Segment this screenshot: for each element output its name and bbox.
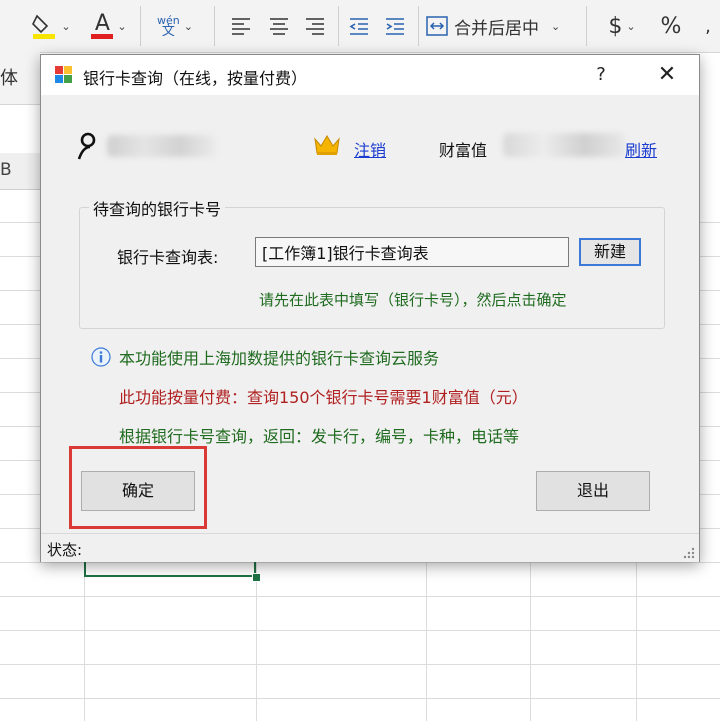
indent-increase-icon: [386, 18, 404, 35]
align-right-icon: [306, 18, 324, 35]
phonetic-bottom: 文: [161, 24, 175, 39]
new-table-button[interactable]: 新建: [579, 238, 641, 266]
info-icon: [91, 347, 111, 367]
merge-label: 合并后居中: [454, 18, 539, 39]
align-left-icon: [232, 18, 250, 35]
dialog-title: 银行卡查询（在线，按量付费）: [83, 69, 308, 88]
return-info-text: 根据银行卡号查询，返回：发卡行，编号，卡种，电话等: [119, 427, 520, 446]
service-info-text: 本功能使用上海加数提供的银行卡查询云服务: [119, 349, 440, 368]
wealth-label: 财富值: [439, 141, 488, 160]
dialog-titlebar[interactable]: 银行卡查询（在线，按量付费） ? ✕: [41, 55, 699, 95]
card-group-box: [79, 207, 665, 329]
align-right-button[interactable]: [300, 10, 330, 42]
fill-hint-text: 请先在此表中填写（银行卡号），然后点击确定: [259, 291, 567, 309]
font-color-swatch: [91, 33, 114, 39]
status-label: 状态:: [47, 541, 83, 559]
font-color-button[interactable]: A ⌄: [86, 10, 132, 42]
comma-style-icon: ,: [705, 15, 711, 37]
refresh-link[interactable]: 刷新: [625, 137, 657, 161]
wealth-value-redacted: [503, 133, 625, 157]
indent-decrease-icon: [349, 18, 368, 35]
query-table-label: 银行卡查询表:: [117, 248, 219, 267]
resize-grip-icon[interactable]: [681, 545, 695, 559]
align-center-button[interactable]: [264, 10, 294, 42]
percent-glyph: %: [660, 13, 682, 39]
currency-glyph: $: [608, 13, 623, 39]
exit-button[interactable]: 退出: [536, 471, 650, 511]
user-name-redacted: [107, 135, 217, 157]
column-header-b[interactable]: B: [0, 160, 12, 180]
dialog-status-bar: 状态:: [41, 533, 699, 562]
formula-area: [0, 105, 40, 154]
excel-ribbon: ⌄ A ⌄ wén 文 ⌄ 合并后居中 ⌄ $ ⌄ % ,: [0, 0, 720, 53]
fill-handle[interactable]: [252, 573, 261, 582]
indent-increase-button[interactable]: [380, 10, 410, 42]
user-info-row: 注销 财富值 刷新: [41, 125, 699, 165]
more-format-button[interactable]: ,: [696, 10, 720, 42]
align-left-button[interactable]: [226, 10, 256, 42]
phonetic-button[interactable]: wén 文 ⌄: [150, 10, 200, 42]
currency-button[interactable]: $ ⌄: [600, 10, 644, 42]
paint-bucket-icon: [32, 14, 56, 39]
bank-card-query-dialog: 银行卡查询（在线，按量付费） ? ✕ 注销 财富值 刷新 待查询的银行卡号 银行…: [40, 54, 700, 562]
align-center-icon: [270, 18, 288, 35]
close-button[interactable]: ✕: [647, 59, 687, 91]
query-table-input[interactable]: [255, 237, 569, 267]
ok-highlight-annotation: [69, 446, 207, 529]
font-group-label: 体: [0, 68, 18, 89]
help-button[interactable]: ?: [589, 61, 613, 89]
card-group-legend: 待查询的银行卡号: [89, 196, 226, 220]
fill-color-button[interactable]: ⌄: [26, 10, 76, 42]
percent-button[interactable]: %: [656, 10, 686, 42]
font-color-glyph: A: [94, 10, 110, 36]
merge-center-button[interactable]: 合并后居中 ⌄: [426, 10, 574, 42]
app-logo-icon: [55, 66, 73, 84]
indent-decrease-button[interactable]: [344, 10, 374, 42]
crown-icon: [314, 135, 340, 155]
merge-cells-icon: [426, 16, 448, 36]
user-avatar-icon: [77, 132, 96, 160]
logout-link[interactable]: 注销: [354, 137, 386, 161]
fee-info-text: 此功能按量付费：查询150个银行卡号需要1财富值（元）: [119, 388, 528, 407]
